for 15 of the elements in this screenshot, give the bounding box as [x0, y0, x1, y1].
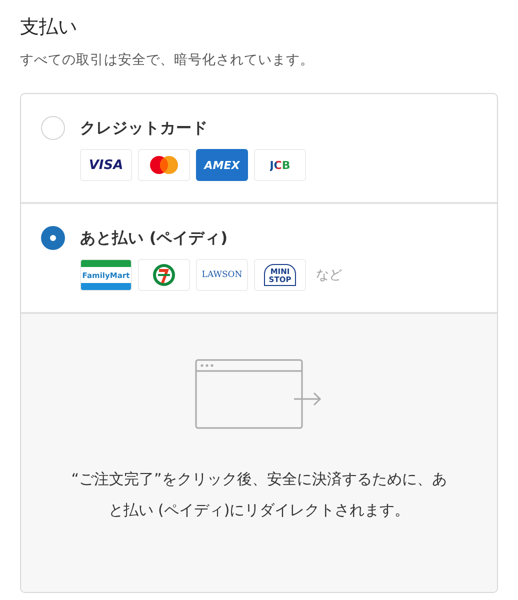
radio-button[interactable] [41, 226, 65, 250]
redirect-message: “ご注文完了”をクリック後、安全に決済するために、あと払い (ペイディ)にリダイレクトされます。 [70, 469, 448, 521]
radio-button[interactable] [41, 116, 65, 140]
mastercard-logo [138, 149, 190, 181]
amex-logo: AMEX [196, 149, 248, 181]
payment-option-label[interactable]: クレジットカード [80, 116, 306, 140]
visa-logo: VISA [80, 149, 132, 181]
security-note: すべての取引は安全で、暗号化されています。 [20, 51, 315, 70]
seven-eleven-logo [138, 259, 190, 291]
payment-option-label[interactable]: あと払い (ペイディ) [80, 226, 342, 250]
etc-note: など [316, 267, 342, 284]
page-title: 支払い [20, 15, 78, 40]
browser-redirect-icon [194, 358, 324, 430]
lawson-logo: LAWSON [196, 259, 248, 291]
jcb-logo: JCB [254, 149, 306, 181]
